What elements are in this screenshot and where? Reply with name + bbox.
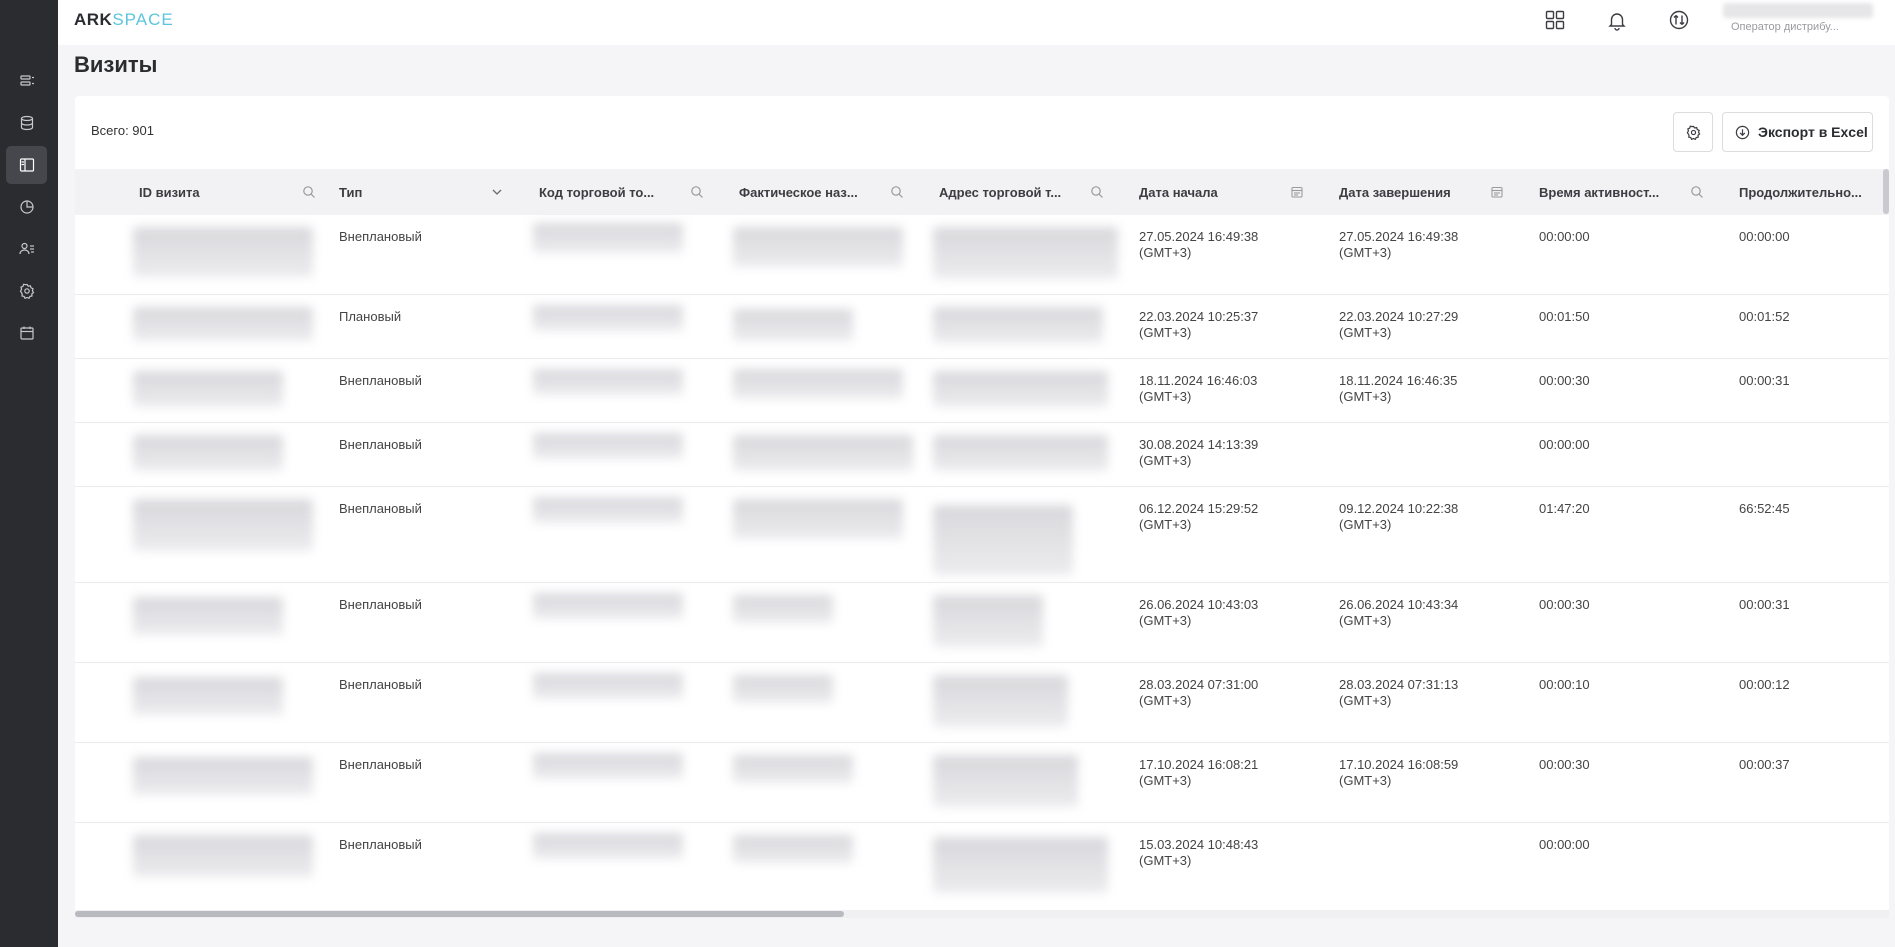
outlet-name-redacted — [733, 369, 903, 399]
outlet-name-redacted — [733, 755, 853, 783]
outlet-address-redacted — [933, 675, 1068, 727]
users-icon — [18, 242, 34, 255]
outlet-address-redacted — [933, 227, 1118, 279]
app-logo[interactable]: ARKSPACE — [74, 10, 174, 30]
pie-chart-icon — [19, 200, 34, 214]
database-icon — [20, 115, 33, 131]
top-bar: ARKSPACE Оператор дистрибу... ⌄ — [58, 0, 1895, 45]
visits-table-card: Всего: 901 Экспорт в Excel ID визита Тип… — [75, 96, 1889, 918]
total-count: Всего: 901 — [91, 123, 155, 138]
layers-list-icon — [19, 75, 34, 86]
export-excel-button[interactable]: Экспорт в Excel — [1722, 112, 1873, 152]
table-row[interactable]: Внеплановый 18.11.2024 16:46:03 (GMT+3) 1… — [75, 359, 1889, 423]
search-icon[interactable] — [302, 185, 316, 199]
apps-grid-button[interactable] — [1543, 8, 1567, 32]
outlet-code-redacted — [533, 673, 683, 699]
sidebar-item-visits[interactable] — [6, 146, 47, 184]
notifications-button[interactable] — [1605, 8, 1629, 32]
sidebar-item-calendar[interactable] — [6, 314, 47, 352]
outlet-address-redacted — [933, 595, 1043, 647]
outlet-code-redacted — [533, 833, 683, 859]
outlet-address-redacted — [933, 371, 1108, 407]
visit-id-redacted — [133, 499, 313, 551]
outlet-code-redacted — [533, 593, 683, 619]
visit-id-redacted — [133, 757, 313, 795]
sidebar-item-database[interactable] — [6, 104, 47, 142]
switch-role-button[interactable] — [1667, 8, 1691, 32]
horizontal-scrollbar-thumb[interactable] — [75, 911, 844, 917]
table-settings-button[interactable] — [1673, 112, 1713, 152]
sidebar-item-reports[interactable] — [6, 188, 47, 226]
apps-grid-icon — [1545, 10, 1565, 30]
column-header-actual-name[interactable]: Фактическое наз... — [739, 169, 929, 215]
sidebar-item-settings[interactable] — [6, 272, 47, 310]
column-header-outlet-code[interactable]: Код торговой то... — [539, 169, 729, 215]
column-header-visit-id[interactable]: ID визита — [139, 169, 329, 215]
outlet-code-redacted — [533, 305, 683, 331]
calendar-icon[interactable] — [1490, 185, 1504, 199]
export-excel-label: Экспорт в Excel — [1758, 124, 1868, 140]
layout-panel-icon — [19, 158, 34, 172]
vertical-scrollbar-thumb[interactable] — [1883, 169, 1889, 214]
column-header-duration[interactable]: Продолжительно... — [1739, 169, 1889, 215]
outlet-name-redacted — [733, 435, 913, 471]
user-name-redacted[interactable] — [1723, 3, 1873, 18]
table-row[interactable]: Внеплановый 15.03.2024 10:48:43 (GMT+3) 0… — [75, 823, 1889, 903]
outlet-name-redacted — [733, 499, 903, 539]
visit-id-redacted — [133, 307, 313, 341]
outlet-code-redacted — [533, 497, 683, 523]
visit-id-redacted — [133, 677, 283, 715]
outlet-name-redacted — [733, 309, 853, 341]
search-icon[interactable] — [690, 185, 704, 199]
table-row[interactable]: Внеплановый 30.08.2024 14:13:39 (GMT+3) 0… — [75, 423, 1889, 487]
outlet-name-redacted — [733, 227, 903, 267]
outlet-address-redacted — [933, 307, 1103, 343]
user-role: Оператор дистрибу... — [1731, 21, 1839, 33]
sidebar — [0, 0, 58, 947]
outlet-name-redacted — [733, 595, 833, 623]
visit-id-redacted — [133, 435, 283, 471]
column-header-end-date[interactable]: Дата завершения — [1339, 169, 1529, 215]
table-row[interactable]: Внеплановый 17.10.2024 16:08:21 (GMT+3) 1… — [75, 743, 1889, 823]
table-header: ID визита Тип Код торговой то... Фактиче… — [75, 169, 1889, 215]
table-row[interactable]: Внеплановый 06.12.2024 15:29:52 (GMT+3) 0… — [75, 487, 1889, 583]
calendar-icon[interactable] — [1290, 185, 1304, 199]
page-title: Визиты — [74, 52, 158, 77]
outlet-code-redacted — [533, 369, 683, 395]
sidebar-item-layers[interactable] — [6, 62, 47, 100]
column-header-start-date[interactable]: Дата начала — [1139, 169, 1329, 215]
outlet-code-redacted — [533, 223, 683, 253]
download-icon — [1735, 125, 1750, 139]
table-row[interactable]: Внеплановый 27.05.2024 16:49:38 (GMT+3) 2… — [75, 215, 1889, 295]
outlet-name-redacted — [733, 675, 833, 703]
gear-icon — [19, 283, 34, 299]
gear-icon — [1686, 125, 1700, 140]
bell-icon — [1608, 13, 1626, 31]
calendar-icon — [19, 326, 34, 340]
outlet-code-redacted — [533, 753, 683, 779]
table-row[interactable]: Плановый 22.03.2024 10:25:37 (GMT+3) 22.0… — [75, 295, 1889, 359]
visit-id-redacted — [133, 597, 283, 635]
table-row[interactable]: Внеплановый 28.03.2024 07:31:00 (GMT+3) 2… — [75, 663, 1889, 743]
outlet-address-redacted — [933, 435, 1108, 471]
sidebar-item-users[interactable] — [6, 230, 47, 268]
column-header-outlet-address[interactable]: Адрес торговой т... — [939, 169, 1129, 215]
swap-icon — [1669, 10, 1689, 30]
outlet-name-redacted — [733, 835, 853, 863]
chevron-down-icon[interactable] — [490, 185, 504, 199]
outlet-code-redacted — [533, 433, 683, 459]
visit-id-redacted — [133, 835, 313, 877]
search-icon[interactable] — [1690, 185, 1704, 199]
search-icon[interactable] — [890, 185, 904, 199]
column-header-type[interactable]: Тип — [339, 169, 529, 215]
column-header-active-time[interactable]: Время активност... — [1539, 169, 1729, 215]
outlet-address-redacted — [933, 755, 1078, 807]
outlet-address-redacted — [933, 837, 1108, 893]
outlet-address-redacted — [933, 505, 1073, 575]
table-row[interactable]: Внеплановый 26.06.2024 10:43:03 (GMT+3) 2… — [75, 583, 1889, 663]
visit-id-redacted — [133, 227, 313, 277]
search-icon[interactable] — [1090, 185, 1104, 199]
visit-id-redacted — [133, 371, 283, 407]
